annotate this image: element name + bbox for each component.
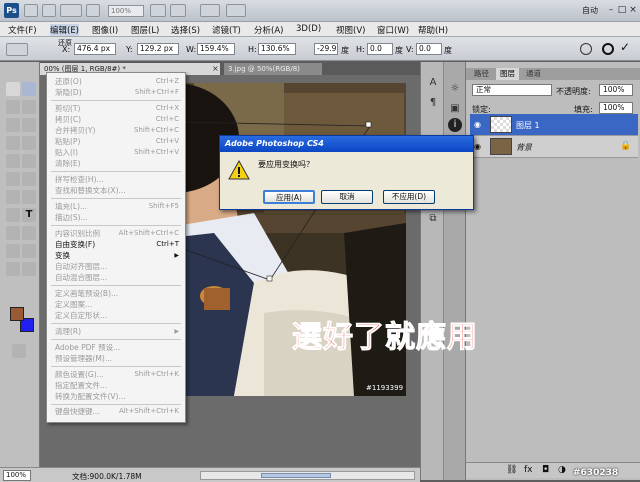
clone-source-panel-icon[interactable]: ⧉ [426,212,440,226]
character-panel-icon[interactable]: A [426,76,440,90]
menu-item-free-transform[interactable]: 自由变换(F) Ctrl+T [55,239,179,250]
menu-item-color-settings[interactable]: 颜色设置(G)... Shift+Ctrl+K [55,369,179,380]
menu-item-fade[interactable]: 渐隐(D) Shift+Ctrl+F [55,87,179,98]
eye-icon[interactable]: ◉ [474,142,484,152]
layer-thumbnail [490,116,512,133]
paragraph-panel-icon[interactable]: ¶ [426,96,440,110]
annotation-text: 選好了就應用 [292,320,478,356]
tab-channels[interactable]: 通道 [522,68,545,80]
menu-item-define-pattern[interactable]: 定义图案... [55,299,179,310]
link-layers-icon[interactable]: ⛓ [506,465,517,475]
menu-item-transform[interactable]: 变换 ▶ [55,250,179,261]
menu-item-paste[interactable]: 粘贴(P) Ctrl+V [55,136,179,147]
menu-item-auto-blend[interactable]: 自动混合图层... [55,272,179,283]
menu-item-convert-profile[interactable]: 转换为配置文件(V)... [55,391,179,402]
status-bar: 100% 文档:900.0K/1.78M [0,467,420,482]
menu-item-undo[interactable]: 还原(O) Ctrl+Z [55,76,179,87]
scrollbar-thumb[interactable] [261,473,331,478]
info-panel-icon[interactable]: i [448,118,462,132]
menu-item-cut[interactable]: 剪切(T) Ctrl+X [55,103,179,114]
blend-mode-dropdown[interactable]: 正常 [472,84,552,96]
zoom-field[interactable]: 100% [3,470,31,481]
brightness-icon[interactable]: ☼ [448,82,462,96]
menu-item-find-replace[interactable]: 查找和替换文本(X)... [55,185,179,196]
new-adjustment-layer-icon[interactable]: ◑ [558,465,566,475]
menu-item-fill[interactable]: 填充(L)... Shift+F5 [55,201,179,212]
menu-item-content-aware-scale[interactable]: 内容识别比例 Alt+Shift+Ctrl+C [55,228,179,239]
horizontal-scrollbar[interactable] [200,471,415,480]
dont-apply-button[interactable]: 不应用(D) [383,190,435,204]
cancel-button[interactable]: 取消 [321,190,373,204]
layer-thumbnail [490,138,512,155]
menu-item-keyboard-shortcuts[interactable]: 键盘快捷键... Alt+Shift+Ctrl+K [55,406,179,417]
apply-button[interactable]: 应用(A) [263,190,315,204]
apply-transform-dialog: Adobe Photoshop CS4 要应用变换吗？ 应用(A) 取消 不应用… [219,135,474,210]
menu-item-auto-align[interactable]: 自动对齐图层... [55,261,179,272]
warning-icon [228,160,250,180]
menu-item-spell-check[interactable]: 拼写检查(H)... [55,174,179,185]
menu-item-define-brush[interactable]: 定义画笔预设(B)... [55,288,179,299]
dialog-titlebar: Adobe Photoshop CS4 [220,136,473,152]
edit-menu-dropdown: 还原(O) Ctrl+Z 渐隐(D) Shift+Ctrl+F 剪切(T) Ctrl+… [46,72,186,423]
layer-name: 背景 [516,143,532,152]
menu-item-preset-manager[interactable]: 预设管理器(M)... [55,353,179,364]
add-mask-icon[interactable]: ◘ [542,465,549,475]
lock-icon: 🔒 [620,141,632,151]
opacity-label: 不透明度: [556,87,591,96]
adjustments-strip: ☼ ▣ i [444,62,466,480]
tab-paths[interactable]: 路径 [470,68,493,80]
layer-name: 图层 1 [516,121,540,130]
document-info: 文档:900.0K/1.78M [72,472,142,481]
image-icon[interactable]: ▣ [448,102,462,116]
menu-item-paste-into[interactable]: 贴入(I) Shift+Ctrl+V [55,147,179,158]
opacity-field[interactable]: 100% [599,84,633,96]
menu-item-stroke[interactable]: 描边(S)... [55,212,179,223]
menu-item-purge[interactable]: 清理(R) ▶ [55,326,179,337]
eye-icon[interactable]: ◉ [474,120,484,130]
menu-item-copy[interactable]: 拷贝(C) Ctrl+C [55,114,179,125]
tab-layers[interactable]: 图层 [496,68,519,80]
layer-style-icon[interactable]: fx [524,465,533,475]
menu-item-clear[interactable]: 清除(E) [55,158,179,169]
panel-icon-strip: A ¶ ◐ ◧ ⧉ [420,62,444,480]
layers-panel: 路径 图层 通道 正常 不透明度: 100% 锁定: 填充: 100% ◉ 图层… [466,62,640,480]
menu-item-define-shape[interactable]: 定义自定形状... [55,310,179,321]
layers-panel-tabs: 路径 图层 通道 [466,68,640,80]
menu-item-copy-merged[interactable]: 合并拷贝(Y) Shift+Ctrl+C [55,125,179,136]
layer-row[interactable]: ◉ 背景 🔒 [470,136,638,158]
layer-row-selected[interactable]: ◉ 图层 1 [470,114,638,136]
menu-item-assign-profile[interactable]: 指定配置文件... [55,380,179,391]
fill-field[interactable]: 100% [599,102,633,114]
image-id-stamp: #630238 [573,468,619,478]
menu-item-pdf-presets[interactable]: Adobe PDF 预设... [55,342,179,353]
dialog-title: Adobe Photoshop CS4 [225,139,324,148]
dialog-message: 要应用变换吗？ [258,160,314,169]
